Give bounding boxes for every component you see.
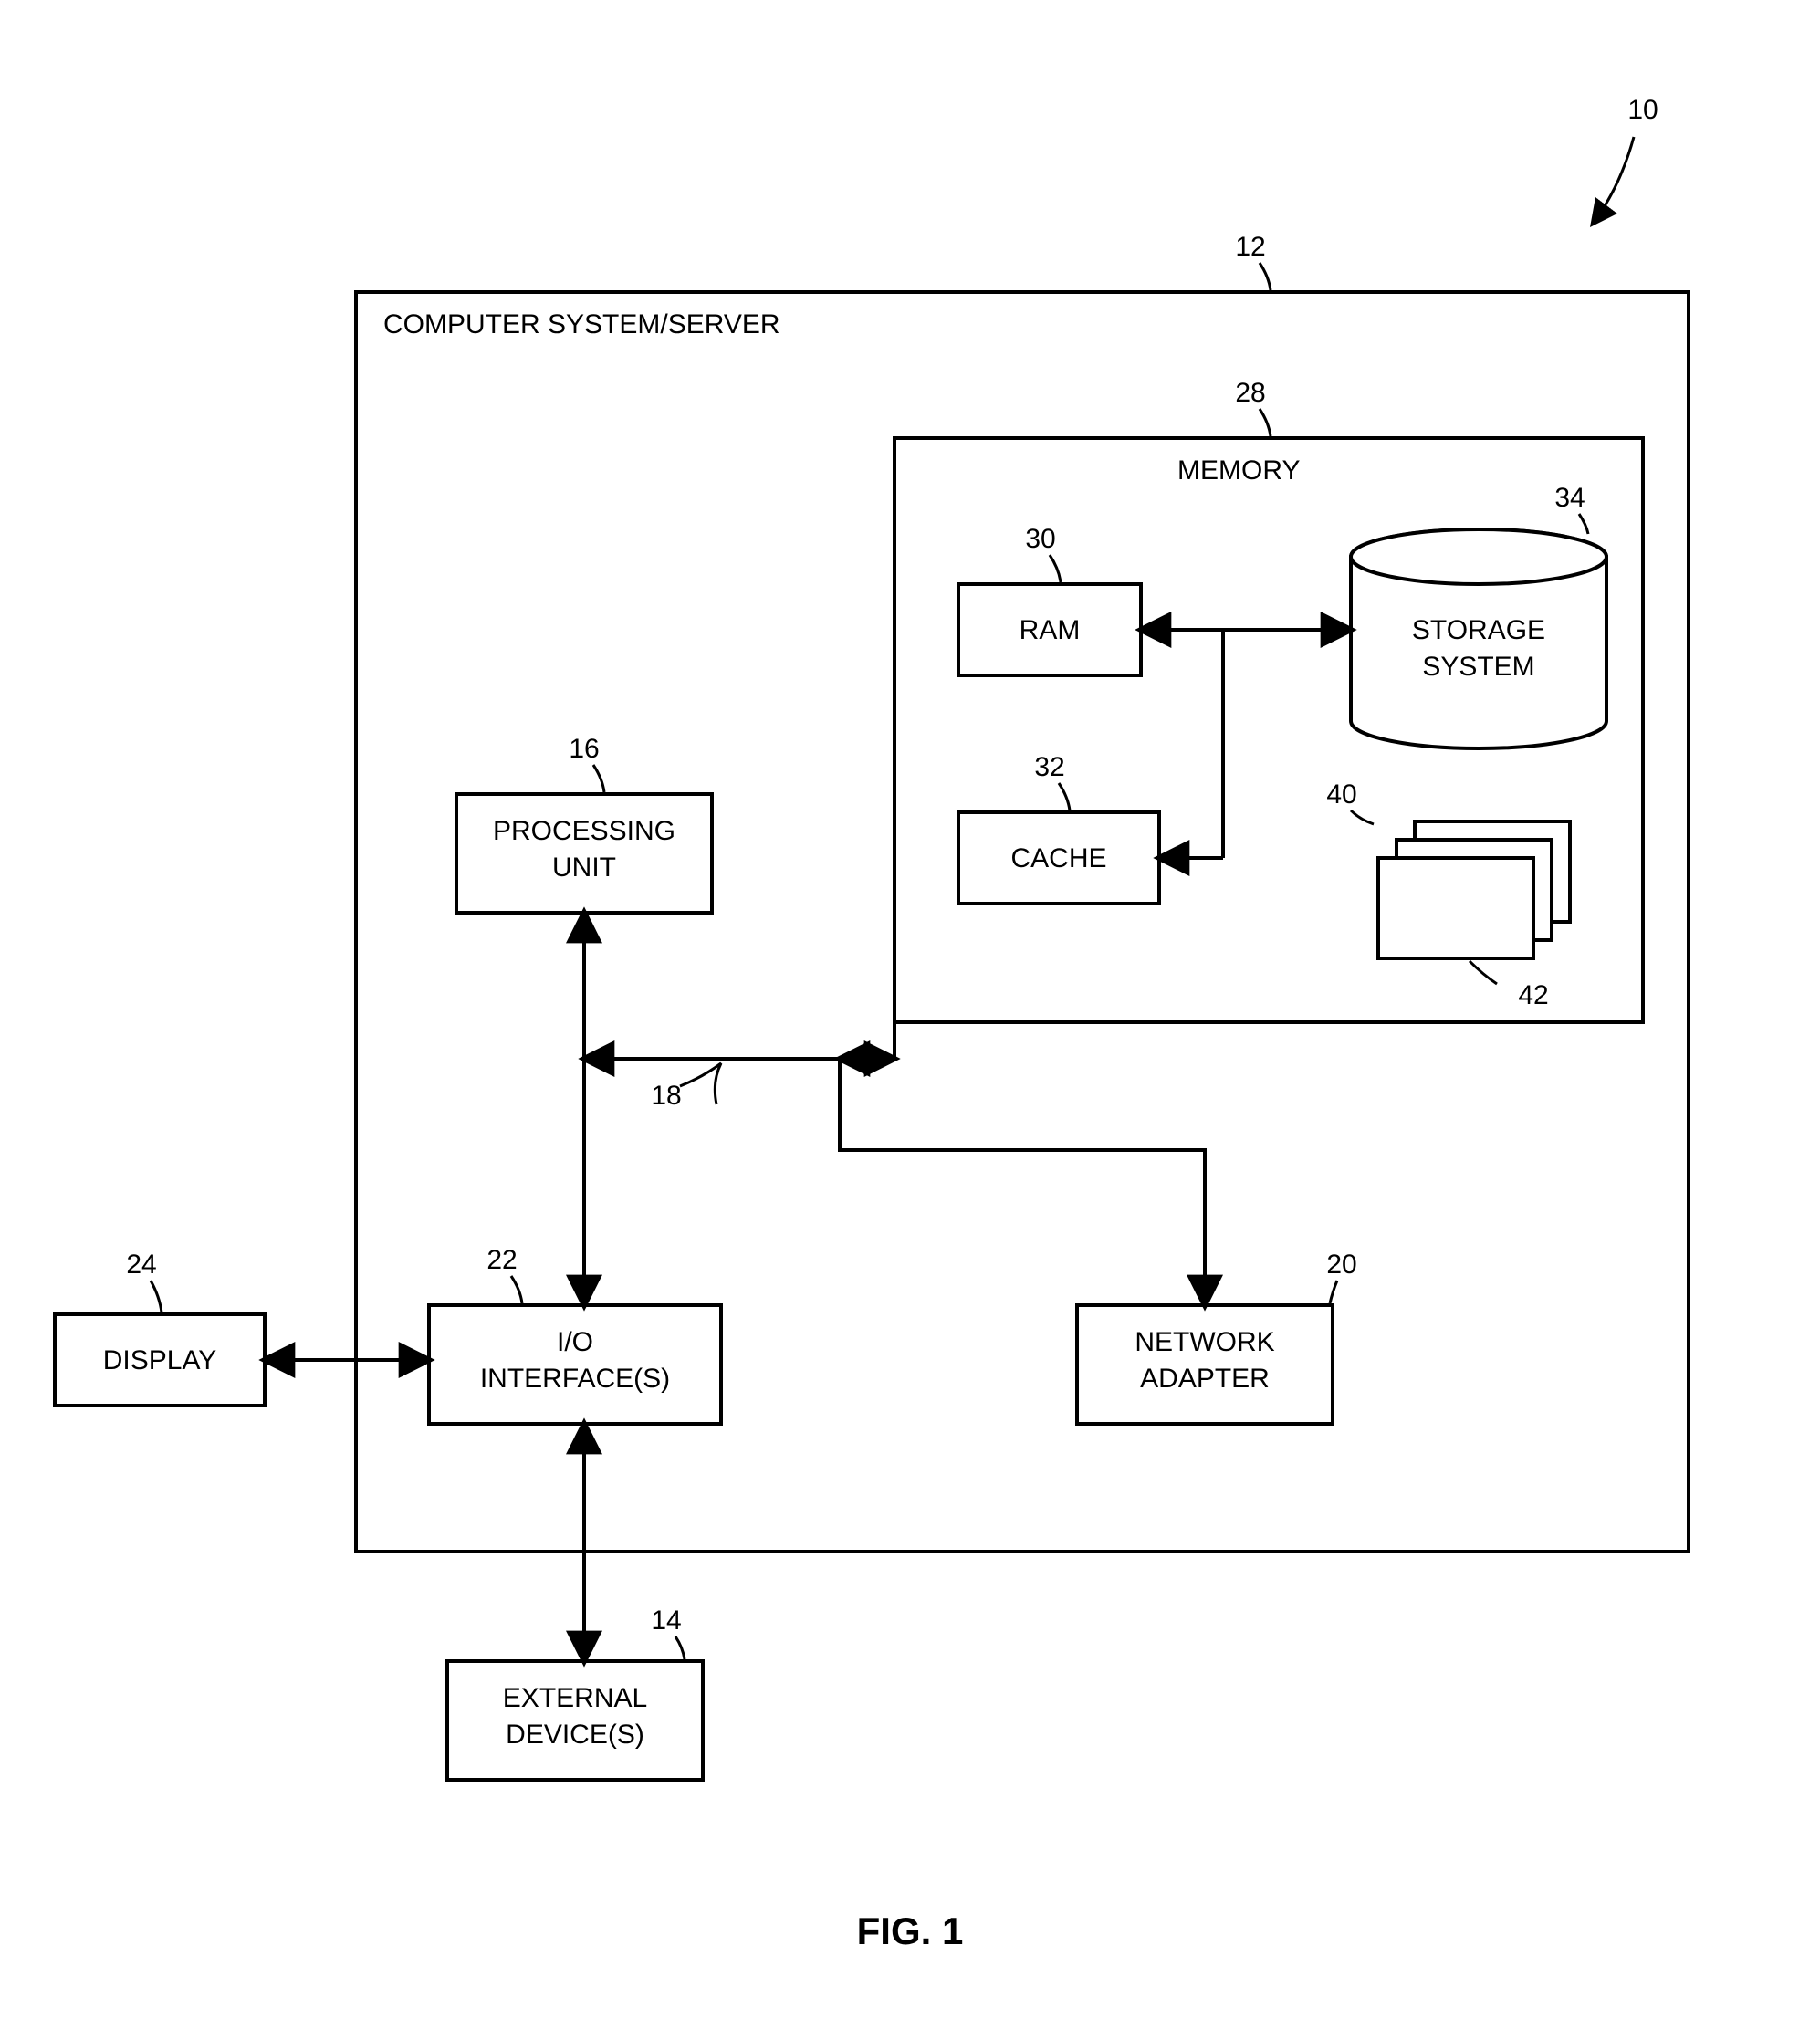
ref-overall: 10 [1627,95,1658,125]
storage-label-l1: STORAGE [1412,615,1545,645]
ref-storage: 34 [1554,483,1585,513]
computer-system-title: COMPUTER SYSTEM/SERVER [383,309,780,340]
ref-external: 14 [651,1605,681,1636]
display-label: DISPLAY [103,1345,217,1375]
ref-memory: 28 [1235,378,1265,408]
ref-io: 22 [486,1245,517,1275]
io-label-l1: I/O [557,1327,593,1357]
ref-cache: 32 [1034,752,1064,782]
ref-processing: 16 [569,734,599,764]
ram-label: RAM [1020,615,1081,645]
ref-ram: 30 [1025,524,1055,554]
ref-network: 20 [1326,1250,1356,1280]
external-label-l2: DEVICE(S) [506,1720,644,1750]
cache-label: CACHE [1010,843,1106,873]
figure-caption: FIG. 1 [857,1909,964,1952]
io-label-l2: INTERFACE(S) [480,1364,670,1394]
network-label-l1: NETWORK [1135,1327,1274,1357]
ref-system: 12 [1235,232,1265,262]
ref-bus: 18 [651,1081,681,1111]
ref-module-item: 42 [1518,980,1548,1010]
processing-label-l2: UNIT [552,852,616,883]
storage-label-l2: SYSTEM [1422,652,1534,682]
memory-title: MEMORY [1177,455,1300,486]
processing-label-l1: PROCESSING [493,816,675,846]
diagram-svg: 10 COMPUTER SYSTEM/SERVER 12 MEMORY 28 R… [0,0,1820,2039]
network-label-l2: ADAPTER [1140,1364,1270,1394]
ref-display: 24 [126,1250,156,1280]
ref-module-group: 40 [1326,779,1356,810]
module-stack [1378,821,1570,958]
external-label-l1: EXTERNAL [503,1683,647,1713]
